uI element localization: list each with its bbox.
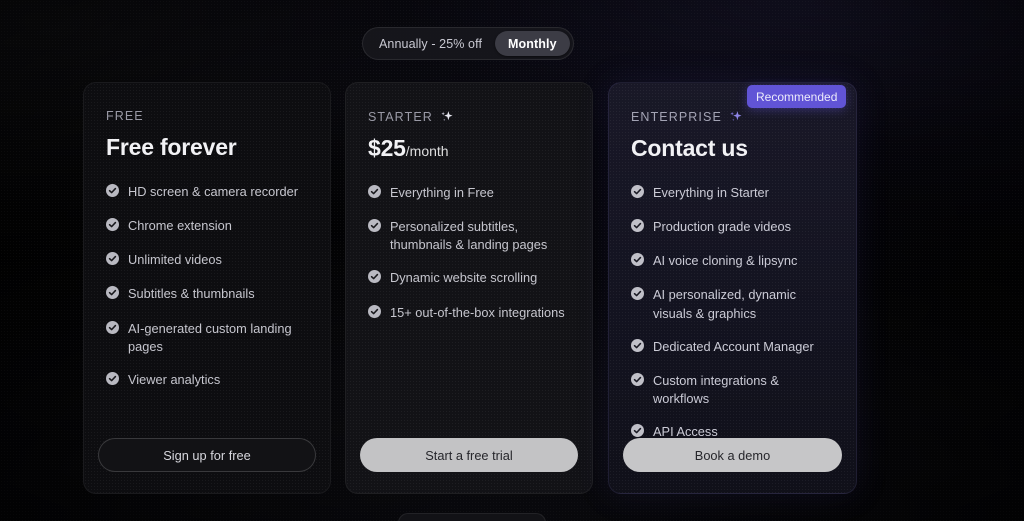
- feature-item: AI personalized, dynamic visuals & graph…: [631, 286, 834, 322]
- feature-label: AI-generated custom landing pages: [128, 320, 292, 354]
- pricing-card-enterprise: Recommended ENTERPRISE Contact us Everyt…: [608, 82, 857, 494]
- check-icon: [106, 320, 119, 339]
- check-icon: [368, 270, 381, 288]
- feature-list-free: HD screen & camera recorder Chrome exten…: [106, 183, 308, 390]
- check-icon: [631, 287, 644, 305]
- sparkle-icon: [439, 109, 454, 124]
- plan-name-label: FREE: [106, 109, 144, 123]
- check-icon: [106, 371, 119, 390]
- feature-label: AI voice cloning & lipsync: [653, 253, 798, 269]
- feature-label: AI personalized, dynamic visuals & graph…: [653, 287, 796, 321]
- feature-item: Subtitles & thumbnails: [106, 285, 308, 304]
- feature-label: Custom integrations & workflows: [653, 372, 779, 407]
- feature-label: Chrome extension: [128, 218, 232, 234]
- feature-item: AI-generated custom landing pages: [106, 320, 308, 356]
- billing-period-toggle[interactable]: Annually - 25% off Monthly: [362, 27, 574, 60]
- feature-item: AI voice cloning & lipsync: [631, 252, 834, 271]
- check-icon: [106, 252, 119, 270]
- feature-label: Everything in Starter: [653, 185, 769, 200]
- signup-free-button[interactable]: Sign up for free: [98, 438, 316, 472]
- feature-item: Everything in Starter: [631, 184, 834, 203]
- plan-headline-free: Free forever: [106, 134, 308, 161]
- check-icon: [631, 219, 644, 237]
- plan-name-label: STARTER: [368, 109, 433, 124]
- check-icon: [368, 219, 381, 237]
- feature-item: Everything in Free: [368, 184, 570, 203]
- check-icon: [368, 185, 381, 203]
- feature-label: Personalized subtitles, thumbnails & lan…: [390, 219, 548, 253]
- feature-item: Dedicated Account Manager: [631, 338, 834, 357]
- feature-label: HD screen & camera recorder: [128, 184, 298, 199]
- plan-eyebrow-starter: STARTER: [368, 109, 570, 124]
- feature-item: Production grade videos: [631, 218, 834, 237]
- pricing-cards-row: FREE Free forever HD screen & camera rec…: [83, 82, 858, 494]
- plan-period: /month: [405, 143, 449, 159]
- feature-item: 15+ out-of-the-box integrations: [368, 304, 570, 323]
- plan-headline-text: Free forever: [106, 134, 237, 160]
- pricing-page: Annually - 25% off Monthly FREE Free for…: [0, 0, 1024, 521]
- check-icon: [631, 372, 644, 391]
- pricing-card-starter: STARTER $25/month Everything in Free Per…: [345, 82, 593, 494]
- feature-label: Unlimited videos: [128, 252, 222, 268]
- check-icon: [631, 338, 644, 357]
- feature-label: Viewer analytics: [128, 371, 221, 387]
- feature-item: Dynamic website scrolling: [368, 269, 570, 288]
- check-icon: [106, 286, 119, 304]
- plan-headline-starter: $25/month: [368, 135, 570, 162]
- sparkle-icon: [728, 109, 743, 124]
- feature-item: HD screen & camera recorder: [106, 183, 308, 202]
- check-icon: [631, 185, 644, 203]
- plan-headline-enterprise: Contact us: [631, 135, 834, 162]
- toggle-option-annually[interactable]: Annually - 25% off: [366, 31, 495, 56]
- feature-label: Subtitles & thumbnails: [128, 286, 255, 302]
- feature-label: Dynamic website scrolling: [390, 270, 538, 286]
- feature-item: Chrome extension: [106, 217, 308, 236]
- feature-label: 15+ out-of-the-box integrations: [390, 304, 565, 320]
- feature-list-enterprise: Everything in Starter Production grade v…: [631, 184, 834, 442]
- check-icon: [106, 218, 119, 236]
- feature-item: Custom integrations & workflows: [631, 372, 834, 408]
- check-icon: [106, 184, 119, 202]
- feature-item: Viewer analytics: [106, 371, 308, 390]
- start-free-trial-button[interactable]: Start a free trial: [360, 438, 578, 472]
- bottom-panel-peek[interactable]: [398, 513, 546, 521]
- plan-headline-text: Contact us: [631, 135, 748, 161]
- recommended-badge: Recommended: [747, 85, 847, 108]
- toggle-option-monthly[interactable]: Monthly: [495, 31, 570, 56]
- feature-item: Personalized subtitles, thumbnails & lan…: [368, 218, 570, 254]
- plan-price: $25: [368, 135, 406, 161]
- check-icon: [631, 253, 644, 271]
- plan-name-label: ENTERPRISE: [631, 109, 722, 124]
- check-icon: [368, 304, 381, 323]
- pricing-card-free: FREE Free forever HD screen & camera rec…: [83, 82, 331, 494]
- feature-label: Production grade videos: [653, 219, 792, 235]
- feature-list-starter: Everything in Free Personalized subtitle…: [368, 184, 570, 323]
- plan-eyebrow-free: FREE: [106, 109, 308, 123]
- plan-eyebrow-enterprise: ENTERPRISE: [631, 109, 834, 124]
- feature-label: Everything in Free: [390, 185, 494, 200]
- feature-item: Unlimited videos: [106, 251, 308, 270]
- book-a-demo-button[interactable]: Book a demo: [623, 438, 842, 472]
- feature-label: Dedicated Account Manager: [653, 338, 814, 354]
